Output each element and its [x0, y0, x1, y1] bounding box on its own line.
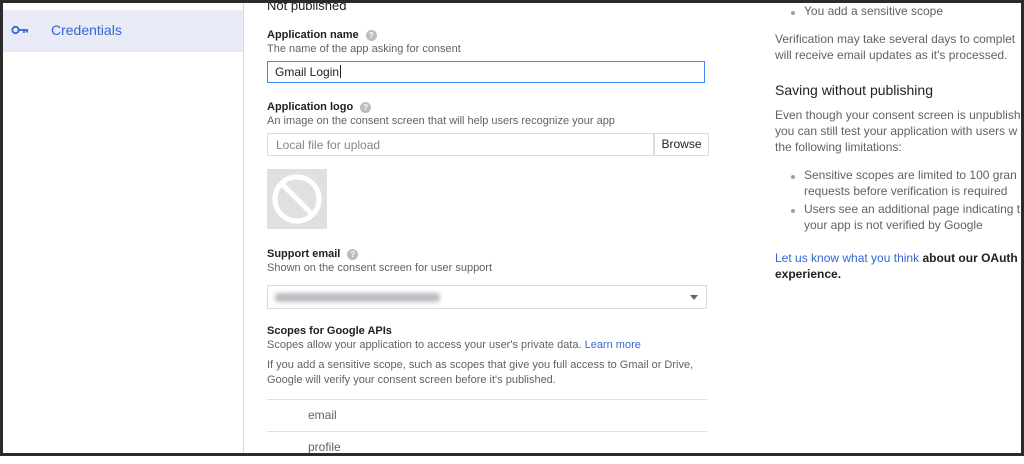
- limit2-line2: your app is not verified by Google: [804, 218, 983, 232]
- support-email-label: Support email ?: [267, 248, 359, 260]
- app-logo-label-text: Application logo: [267, 101, 354, 113]
- verification-line2: will receive email updates as it's proce…: [775, 48, 1008, 62]
- scopes-description: Scopes allow your application to access …: [267, 339, 641, 351]
- scope-email: email: [308, 408, 337, 422]
- help-icon[interactable]: ?: [365, 29, 377, 41]
- app-name-label-text: Application name: [267, 29, 359, 41]
- scopes-label: Scopes for Google APIs: [267, 325, 392, 337]
- bullet: [791, 175, 795, 179]
- limit2-line1: Users see an additional page indicating …: [804, 202, 1021, 216]
- dropdown-arrow-icon: [690, 295, 698, 300]
- limit1-line1: Sensitive scopes are limited to 100 gran: [804, 168, 1017, 182]
- app-name-label: Application name ?: [267, 29, 377, 41]
- logo-file-input[interactable]: Local file for upload: [267, 133, 654, 156]
- scopes-info-line2: Google will verify your consent screen b…: [267, 374, 556, 386]
- feedback-line1: Let us know what you think about our OAu…: [775, 251, 1018, 265]
- limit1-line2: requests before verification is required: [804, 184, 1008, 198]
- help-icon[interactable]: ?: [360, 101, 372, 113]
- verification-line1: Verification may take several days to co…: [775, 32, 1016, 46]
- para-line2: you can still test your application with…: [775, 124, 1018, 138]
- scope-row-profile: profile: [267, 431, 707, 464]
- logo-placeholder: [267, 169, 327, 229]
- app-name-input[interactable]: Gmail Login: [267, 61, 705, 83]
- sidebar-item-label: Credentials: [51, 22, 122, 38]
- scope-profile: profile: [308, 440, 341, 454]
- feedback-line2: experience.: [775, 267, 842, 281]
- support-email-description: Shown on the consent screen for user sup…: [267, 262, 493, 274]
- redacted-email: [275, 293, 440, 302]
- scopes-description-text: Scopes allow your application to access …: [267, 339, 582, 351]
- app-logo-description: An image on the consent screen that will…: [267, 115, 615, 127]
- sidebar: Credentials: [0, 0, 244, 456]
- text-caret: [340, 65, 342, 78]
- app-name-description: The name of the app asking for consent: [267, 43, 461, 55]
- scopes-info-line1: If you add a sensitive scope, such as sc…: [267, 359, 694, 371]
- learn-more-link[interactable]: Learn more: [585, 339, 641, 351]
- feedback-text: about our OAuth: [922, 251, 1018, 265]
- publish-status: Not published: [267, 0, 347, 13]
- section-heading: Saving without publishing: [775, 82, 933, 98]
- para-line3: the following limitations:: [775, 140, 902, 154]
- browse-button[interactable]: Browse: [654, 133, 709, 156]
- bullet: [791, 11, 795, 15]
- support-email-select[interactable]: [267, 285, 707, 309]
- scopes-label-text: Scopes for Google APIs: [267, 325, 392, 337]
- key-icon: [11, 25, 28, 35]
- support-email-label-text: Support email: [267, 248, 341, 260]
- feedback-link[interactable]: Let us know what you think: [775, 251, 919, 265]
- app-name-value: Gmail Login: [275, 65, 340, 79]
- no-image-icon: [272, 174, 322, 224]
- help-icon[interactable]: ?: [347, 248, 359, 260]
- scope-row-email: email: [267, 399, 707, 432]
- bullet: [791, 209, 795, 213]
- sidebar-item-credentials[interactable]: Credentials: [0, 10, 243, 52]
- sensitive-scope-note: You add a sensitive scope: [804, 4, 943, 18]
- para-line1: Even though your consent screen is unpub…: [775, 108, 1021, 122]
- app-logo-label: Application logo ?: [267, 101, 372, 113]
